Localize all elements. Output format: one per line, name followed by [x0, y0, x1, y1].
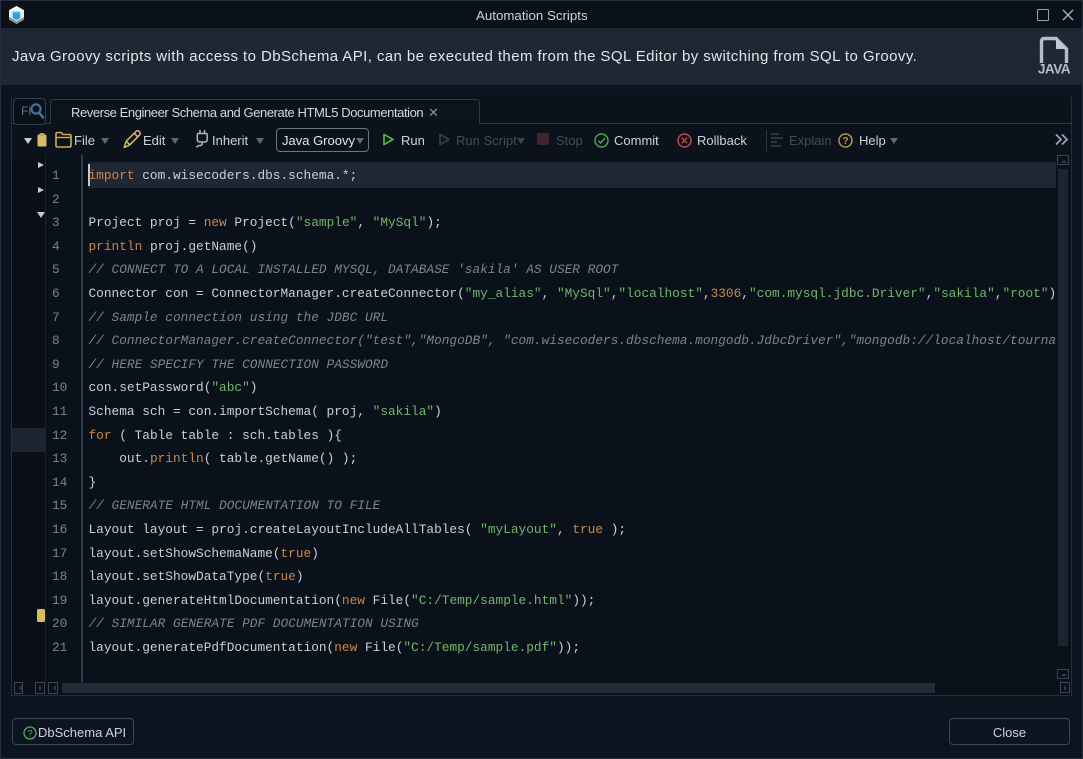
- svg-text:?: ?: [27, 728, 32, 739]
- svg-text:JAVA: JAVA: [1038, 62, 1070, 76]
- svg-text:?: ?: [842, 136, 848, 147]
